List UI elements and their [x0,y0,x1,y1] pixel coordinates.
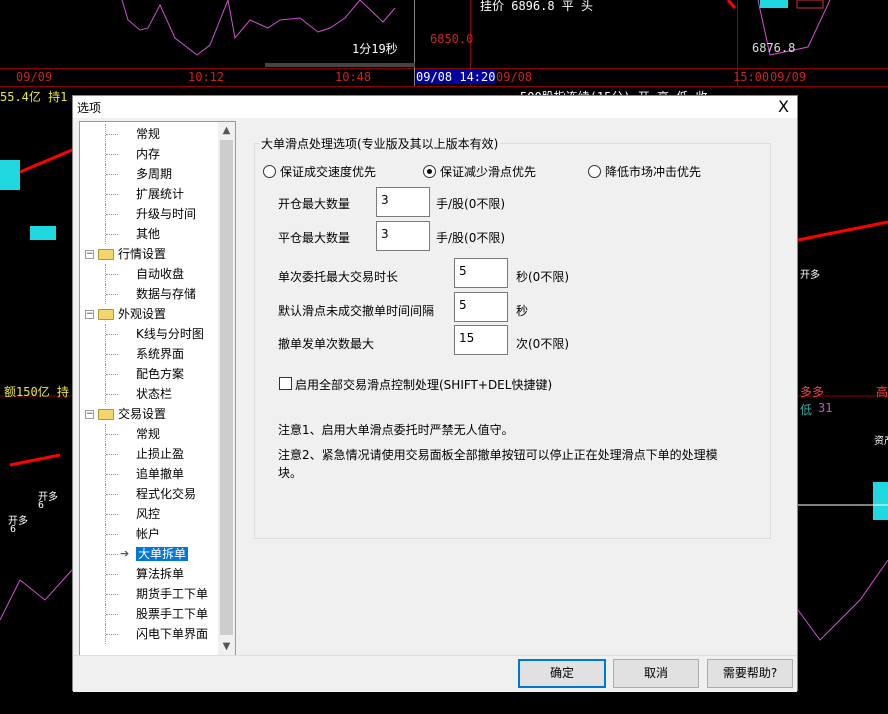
tree-item[interactable]: 止损止盈 [136,444,184,464]
tree-item[interactable]: 算法拆单 [136,564,184,584]
radio-label: 降低市场冲击优先 [605,165,702,179]
bg-text: 10:12 [188,70,225,84]
note-1: 注意1、启用大单滑点委托时严禁无人值守。 [278,423,514,437]
tree-group[interactable]: 行情设置 [118,244,166,264]
bg-text: 6850.0 [430,32,474,46]
open-max-label: 开仓最大数量 [278,197,351,211]
bg-text: 09/09 [770,70,807,84]
bg-text: 资产:25068 [874,436,888,447]
tree-item[interactable]: 扩展统计 [136,184,184,204]
folder-icon [98,409,114,420]
tree-item[interactable]: 闪电下单界面 [136,624,208,644]
bg-text: 6 [38,500,45,511]
bg-text: 低 [800,403,813,417]
bg-text: 15:00 [733,70,770,84]
scroll-down-icon[interactable]: ▼ [218,638,235,655]
max-resend-label: 撤单发单次数最大 [278,337,375,351]
cancel-interval-label: 默认滑点未成交撤单时间间隔 [278,304,435,318]
dialog-titlebar[interactable]: 选项 X [73,96,797,118]
bg-text: 10:48 [335,70,372,84]
radio-market-impact[interactable]: 降低市场冲击优先 [588,163,701,180]
bg-text: 09/08 [496,70,533,84]
radio-circle[interactable] [588,165,601,178]
folder-icon [98,249,114,260]
bg-text: 6876.8 [752,41,796,55]
radio-reduce-slippage[interactable]: 保证减少滑点优先 [423,163,536,180]
tree-group[interactable]: 外观设置 [118,304,166,324]
tree-item[interactable]: 大单拆单 [136,544,189,564]
tree-item[interactable]: 期货手工下单 [136,584,208,604]
tree-item[interactable]: 状态栏 [136,384,172,404]
expand-toggle-icon[interactable]: − [85,410,94,419]
radio-label: 保证成交速度优先 [280,165,377,179]
radio-speed-priority[interactable]: 保证成交速度优先 [263,163,376,180]
bg-text: 09/09 [16,70,53,84]
note-2: 注意2、紧急情况请使用交易面板全部撤单按钮可以停止正在处理滑点下单的处理模 [278,448,718,462]
close-button[interactable]: X [778,97,789,116]
max-duration-label: 单次委托最大交易时长 [278,270,399,284]
open-max-input[interactable]: 3 [376,187,430,217]
options-tree: 常规 内存 多周期 扩展统计 升级与时间 其他 − 行情设置 自动收盘 数据与存储 − 外观设置 K线与… [79,121,236,656]
tree-item[interactable]: 升级与时间 [136,204,196,224]
tree-item[interactable]: 内存 [136,144,160,164]
unit-label: 手/股(0不限) [436,231,506,245]
bg-text: 挂价 6896.8 平 头 [480,0,594,13]
tree-item[interactable]: 自动收盘 [136,264,184,284]
tree-item[interactable]: 常规 [136,124,160,144]
tree-item[interactable]: 其他 [136,224,160,244]
tree-item[interactable]: 多周期 [136,164,172,184]
cancel-interval-input[interactable]: 5 [454,292,508,322]
options-dialog: 选项 X 常规 内存 多周期 扩展统计 升级与时间 其他 − 行情设置 自动收盘 数据与存储 − 外观… [72,95,798,692]
tree-item[interactable]: 数据与存储 [136,284,196,304]
help-button[interactable]: 需要帮助? [707,659,793,688]
tree-scrollbar[interactable]: ▲ ▼ [218,122,235,655]
close-max-input[interactable]: 3 [376,221,430,251]
tree-item[interactable]: 程式化交易 [136,484,196,504]
tree-item[interactable]: 常规 [136,424,160,444]
max-duration-input[interactable]: 5 [454,258,508,288]
bg-text: 高7038.8 [876,385,888,399]
bg-text: 1分19秒 [352,42,398,56]
enable-slippage-label: 启用全部交易滑点控制处理(SHIFT+DEL快捷键) [295,378,553,392]
bg-text: 额150亿 持 [4,385,69,399]
expand-toggle-icon[interactable]: − [85,250,94,259]
tree-group[interactable]: 交易设置 [118,404,166,424]
bg-text: 6 [10,524,17,535]
radio-circle[interactable] [423,165,436,178]
folder-icon [98,309,114,320]
group-title: 大单滑点处理选项(专业版及其以上版本有效) [259,135,501,152]
tree-item[interactable]: 配色方案 [136,364,184,384]
arrow-pointer-icon: ➔ [120,547,130,560]
unit-label: 手/股(0不限) [436,197,506,211]
tree-item[interactable]: 股票手工下单 [136,604,208,624]
close-max-label: 平仓最大数量 [278,231,351,245]
note-2-cont: 块。 [278,466,303,480]
unit-label: 秒 [516,304,529,318]
tree-item[interactable]: K线与分时图 [136,324,204,344]
expand-toggle-icon[interactable]: − [85,310,94,319]
unit-label: 秒(0不限) [516,270,569,284]
bg-text: 31 [818,401,833,415]
dialog-title: 选项 [77,101,102,115]
radio-circle[interactable] [263,165,276,178]
bg-text: 09/08 14:20 [416,70,496,84]
scroll-up-icon[interactable]: ▲ [218,122,235,139]
ok-button[interactable]: 确定 [518,659,606,688]
tree-item[interactable]: 系统界面 [136,344,184,364]
tree-item[interactable]: 帐户 [136,524,160,544]
max-resend-input[interactable]: 15 [454,325,508,355]
enable-slippage-checkbox[interactable] [279,377,292,390]
unit-label: 次(0不限) [516,337,569,351]
tree-item[interactable]: 追单撤单 [136,464,184,484]
tree-item[interactable]: 风控 [136,504,160,524]
bg-text: 55.4亿 持1 [0,90,68,104]
scrollbar-thumb[interactable] [220,140,233,635]
bg-text: 开多 [800,270,820,281]
radio-label: 保证减少滑点优先 [440,165,537,179]
cancel-button[interactable]: 取消 [613,659,699,688]
bg-text: 多多 [800,385,825,399]
